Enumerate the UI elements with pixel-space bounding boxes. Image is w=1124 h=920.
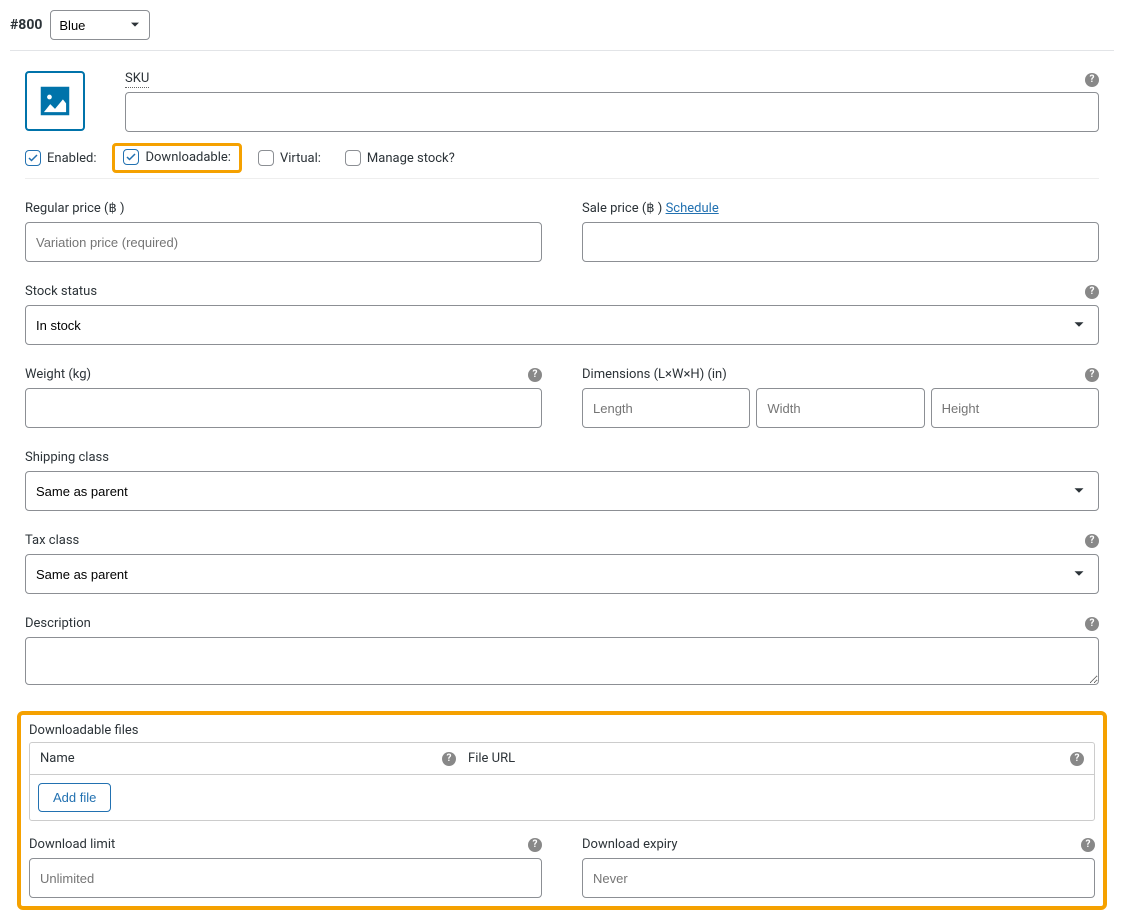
width-input[interactable] bbox=[756, 388, 924, 428]
enabled-label: Enabled: bbox=[47, 151, 96, 166]
variation-image-upload[interactable] bbox=[25, 71, 85, 131]
help-icon[interactable]: ? bbox=[1085, 73, 1099, 87]
table-header-url: File URL bbox=[468, 751, 515, 766]
add-file-button[interactable]: Add file bbox=[38, 783, 111, 812]
sku-label: SKU bbox=[125, 71, 149, 88]
downloadable-files-table: Name ? File URL ? Add file bbox=[29, 742, 1095, 821]
variation-id: #800 bbox=[10, 17, 42, 33]
sku-input[interactable] bbox=[125, 92, 1099, 132]
shipping-class-select[interactable]: Same as parent bbox=[25, 471, 1099, 511]
weight-label: Weight (kg) bbox=[25, 367, 91, 382]
help-icon[interactable]: ? bbox=[1085, 285, 1099, 299]
variation-header: #800 Blue bbox=[10, 10, 1114, 51]
regular-price-input[interactable] bbox=[25, 222, 542, 262]
manage-stock-label: Manage stock? bbox=[367, 151, 455, 166]
attribute-select[interactable]: Blue bbox=[50, 10, 150, 40]
schedule-link[interactable]: Schedule bbox=[666, 201, 719, 216]
sale-price-label: Sale price (฿ ) bbox=[582, 201, 662, 216]
manage-stock-checkbox[interactable] bbox=[345, 150, 361, 166]
downloadable-highlight: Downloadable: bbox=[112, 143, 241, 173]
tax-class-label: Tax class bbox=[25, 533, 79, 548]
downloadable-files-label: Downloadable files bbox=[29, 723, 1095, 738]
help-icon[interactable]: ? bbox=[1085, 617, 1099, 631]
download-expiry-label: Download expiry bbox=[582, 837, 678, 852]
description-textarea[interactable] bbox=[25, 637, 1099, 685]
enabled-checkbox[interactable] bbox=[25, 150, 41, 166]
stock-status-select[interactable]: In stock bbox=[25, 305, 1099, 345]
download-expiry-input[interactable] bbox=[582, 858, 1095, 898]
help-icon[interactable]: ? bbox=[442, 752, 456, 766]
dimensions-label: Dimensions (L×W×H) (in) bbox=[582, 367, 727, 382]
sale-price-input[interactable] bbox=[582, 222, 1099, 262]
weight-input[interactable] bbox=[25, 388, 542, 428]
virtual-label: Virtual: bbox=[280, 151, 321, 166]
download-limit-label: Download limit bbox=[29, 837, 115, 852]
help-icon[interactable]: ? bbox=[1085, 368, 1099, 382]
description-label: Description bbox=[25, 616, 91, 631]
download-limit-input[interactable] bbox=[29, 858, 542, 898]
help-icon[interactable]: ? bbox=[1070, 752, 1084, 766]
regular-price-label: Regular price (฿ ) bbox=[25, 201, 125, 216]
length-input[interactable] bbox=[582, 388, 750, 428]
height-input[interactable] bbox=[931, 388, 1099, 428]
downloadable-section-highlight: Downloadable files Name ? File URL ? Add… bbox=[17, 711, 1107, 910]
downloadable-label: Downloadable: bbox=[145, 150, 230, 165]
help-icon[interactable]: ? bbox=[528, 368, 542, 382]
help-icon[interactable]: ? bbox=[528, 838, 542, 852]
tax-class-select[interactable]: Same as parent bbox=[25, 554, 1099, 594]
table-header-name: Name bbox=[40, 751, 75, 766]
downloadable-checkbox[interactable] bbox=[123, 149, 139, 165]
shipping-class-label: Shipping class bbox=[25, 450, 109, 465]
help-icon[interactable]: ? bbox=[1085, 534, 1099, 548]
help-icon[interactable]: ? bbox=[1081, 838, 1095, 852]
image-placeholder-icon bbox=[36, 82, 74, 120]
stock-status-label: Stock status bbox=[25, 284, 97, 299]
virtual-checkbox[interactable] bbox=[258, 150, 274, 166]
